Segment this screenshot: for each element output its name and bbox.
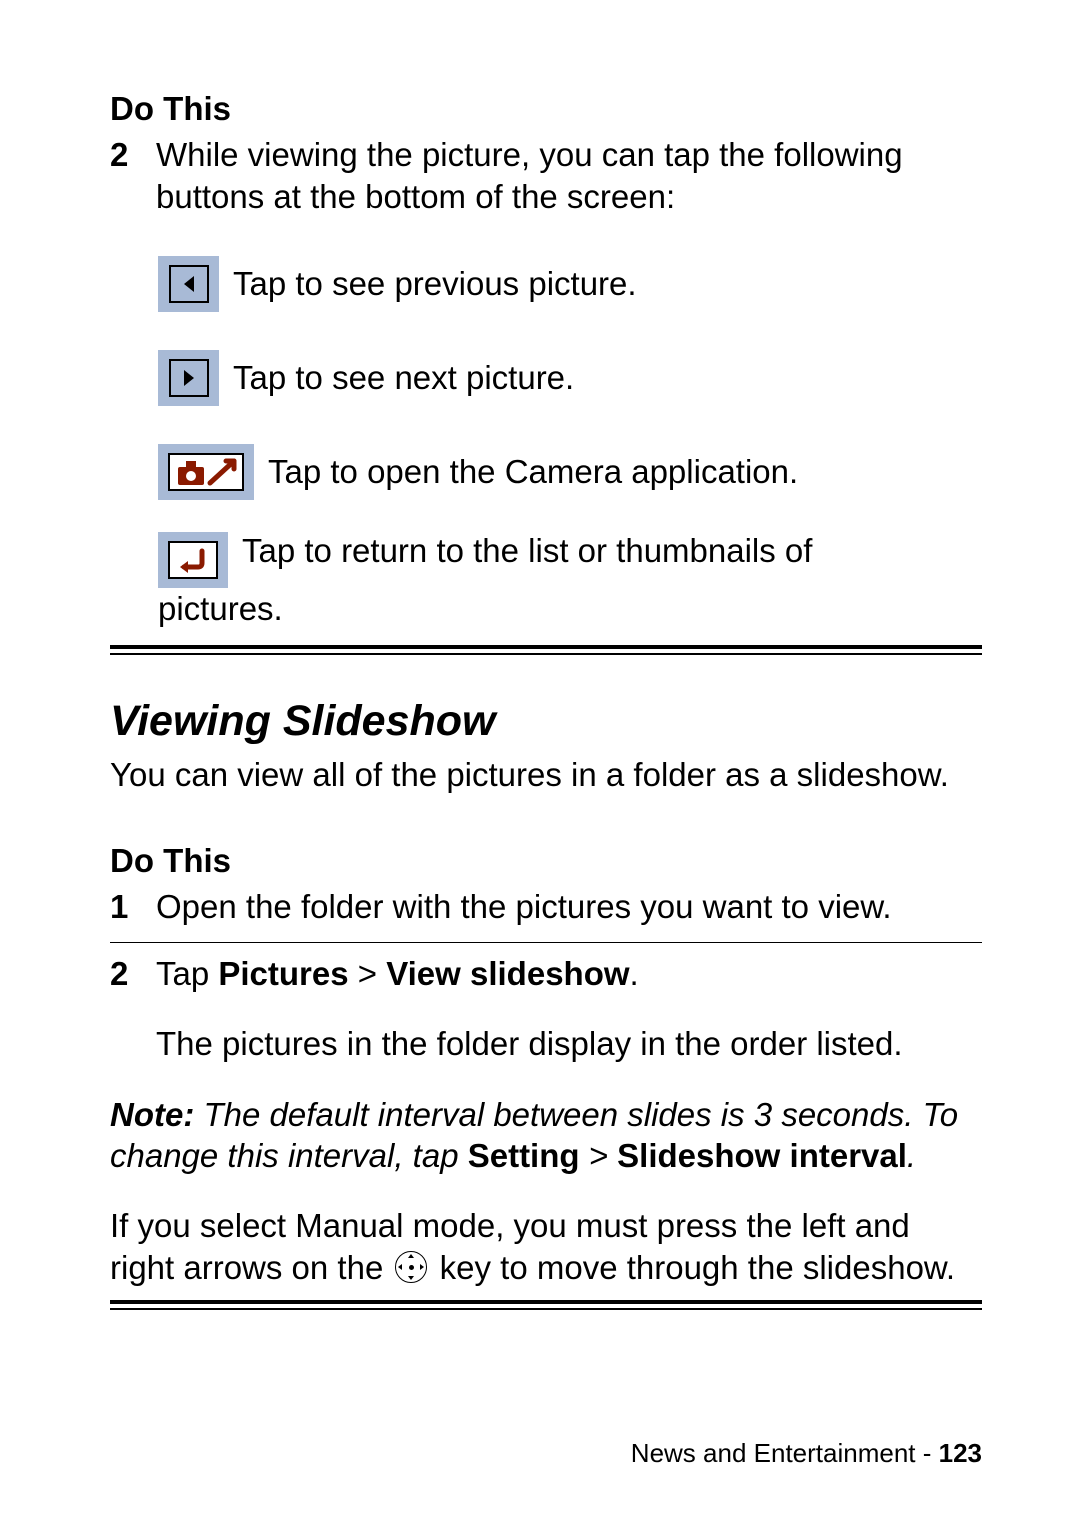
slideshow-step-2: 2 Tap Pictures > View slideshow. bbox=[110, 953, 982, 995]
navigation-key-icon bbox=[395, 1251, 427, 1283]
prev-picture-desc: Tap to see previous picture. bbox=[233, 265, 637, 303]
step2-followup: The pictures in the folder display in th… bbox=[156, 1023, 982, 1066]
note-gt: > bbox=[580, 1137, 618, 1174]
note-setting-label: Setting bbox=[468, 1137, 580, 1174]
step-number: 1 bbox=[110, 886, 156, 928]
viewing-slideshow-title: Viewing Slideshow bbox=[110, 697, 982, 746]
return-icon bbox=[158, 532, 228, 588]
step-number: 2 bbox=[110, 953, 156, 995]
return-desc-line1: Tap to return to the list or thumbnails … bbox=[242, 532, 812, 570]
step-text: While viewing the picture, you can tap t… bbox=[156, 134, 982, 218]
step2-pictures-label: Pictures bbox=[218, 955, 348, 992]
note-label: Note: bbox=[110, 1096, 194, 1133]
do-this-heading-2: Do This bbox=[110, 842, 982, 880]
step-2-row: 2 While viewing the picture, you can tap… bbox=[110, 134, 982, 218]
footer-section: News and Entertainment - bbox=[631, 1438, 939, 1468]
camera-icon bbox=[158, 444, 254, 500]
step-text: Open the folder with the pictures you wa… bbox=[156, 886, 982, 928]
manual-mode-text: If you select Manual mode, you must pres… bbox=[110, 1205, 982, 1291]
prev-picture-row: Tap to see previous picture. bbox=[158, 256, 982, 312]
next-picture-desc: Tap to see next picture. bbox=[233, 359, 574, 397]
footer-page-number: 123 bbox=[939, 1438, 982, 1468]
step2-view-slideshow-label: View slideshow bbox=[386, 955, 629, 992]
step-text: Tap Pictures > View slideshow. bbox=[156, 953, 982, 995]
section-divider-1 bbox=[110, 645, 982, 655]
viewing-slideshow-intro: You can view all of the pictures in a fo… bbox=[110, 756, 982, 794]
manual-post: key to move through the slideshow. bbox=[430, 1249, 955, 1286]
section-divider-2 bbox=[110, 1300, 982, 1310]
note-slideshow-interval-label: Slideshow interval bbox=[617, 1137, 907, 1174]
do-this-heading-1: Do This bbox=[110, 90, 982, 128]
return-row: Tap to return to the list or thumbnails … bbox=[158, 532, 982, 588]
step-divider bbox=[110, 942, 982, 943]
page-footer: News and Entertainment - 123 bbox=[631, 1438, 982, 1469]
previous-picture-icon bbox=[158, 256, 219, 312]
next-picture-icon bbox=[158, 350, 219, 406]
camera-desc: Tap to open the Camera application. bbox=[268, 453, 798, 491]
slideshow-note: Note: The default interval between slide… bbox=[110, 1094, 982, 1177]
return-desc-line2: pictures. bbox=[158, 588, 982, 630]
step-number: 2 bbox=[110, 134, 156, 176]
camera-row: Tap to open the Camera application. bbox=[158, 444, 982, 500]
note-suffix: . bbox=[907, 1137, 916, 1174]
next-picture-row: Tap to see next picture. bbox=[158, 350, 982, 406]
slideshow-step-1: 1 Open the folder with the pictures you … bbox=[110, 886, 982, 928]
step2-prefix: Tap bbox=[156, 955, 218, 992]
step2-suffix: . bbox=[630, 955, 639, 992]
step2-gt: > bbox=[349, 955, 387, 992]
